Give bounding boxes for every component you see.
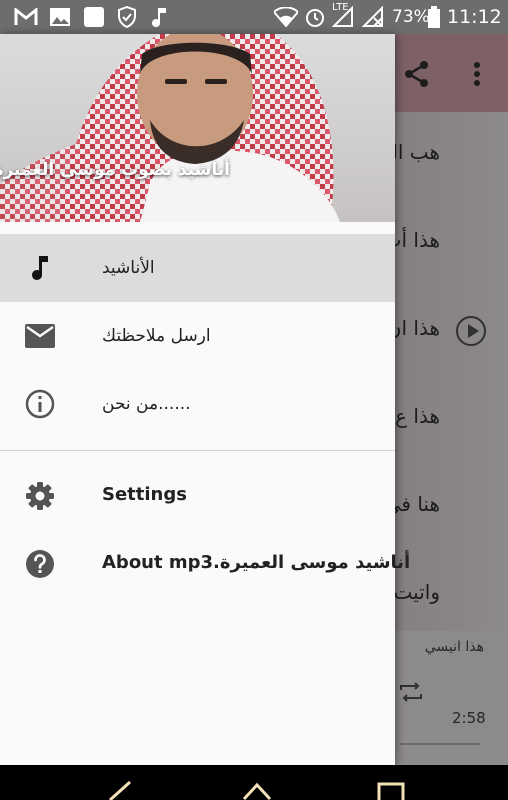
music-note-icon (150, 6, 170, 28)
drawer-header-title: أناشيد بصوت موسى العميرة (0, 160, 230, 180)
navigation-drawer: أناشيد بصوت موسى العميرة الأناشيد ارسل م… (0, 34, 410, 765)
system-navigation-bar (0, 765, 508, 800)
drawer-item-about-us[interactable]: من نحن...... (0, 370, 395, 438)
drawer-item-feedback[interactable]: ارسل ملاحظتك (0, 302, 395, 370)
drawer-item-label: Settings (102, 484, 187, 505)
drawer-item-label: About mp3.أناشيد موسى العميرة (102, 552, 411, 573)
wifi-icon (274, 6, 298, 28)
no-signal-icon (362, 6, 386, 28)
battery-percent: 73% (392, 7, 430, 27)
blank-notification-icon (82, 6, 106, 28)
home-icon[interactable] (242, 779, 272, 800)
info-icon (25, 389, 55, 419)
singer-photo (0, 34, 395, 222)
drawer-divider (0, 450, 395, 451)
battery-icon (427, 6, 441, 28)
mail-icon (25, 321, 55, 351)
help-icon (25, 549, 55, 579)
shield-icon (116, 6, 138, 28)
status-bar: LTE 73% 11:12 (0, 0, 508, 34)
drawer-item-label: الأناشيد (102, 258, 155, 278)
drawer-item-label: من نحن...... (102, 394, 191, 414)
network-type-label: LTE (332, 2, 349, 13)
alarm-icon (304, 6, 326, 28)
image-icon (48, 6, 72, 28)
drawer-item-settings[interactable]: Settings (0, 462, 395, 530)
phone-screen: LTE 73% 11:12 هب ال هذا أب هذا ان هذا ع … (0, 0, 508, 800)
recents-icon[interactable] (376, 779, 406, 800)
music-note-icon (25, 253, 55, 283)
gear-icon (25, 481, 55, 511)
back-icon[interactable] (108, 779, 134, 800)
clock: 11:12 (447, 6, 502, 28)
drawer-header: أناشيد بصوت موسى العميرة (0, 34, 395, 222)
gmail-icon (14, 6, 38, 28)
drawer-item-label: ارسل ملاحظتك (102, 326, 211, 346)
drawer-item-anasheed[interactable]: الأناشيد (0, 234, 395, 302)
drawer-item-about-app[interactable]: About mp3.أناشيد موسى العميرة (0, 530, 410, 598)
